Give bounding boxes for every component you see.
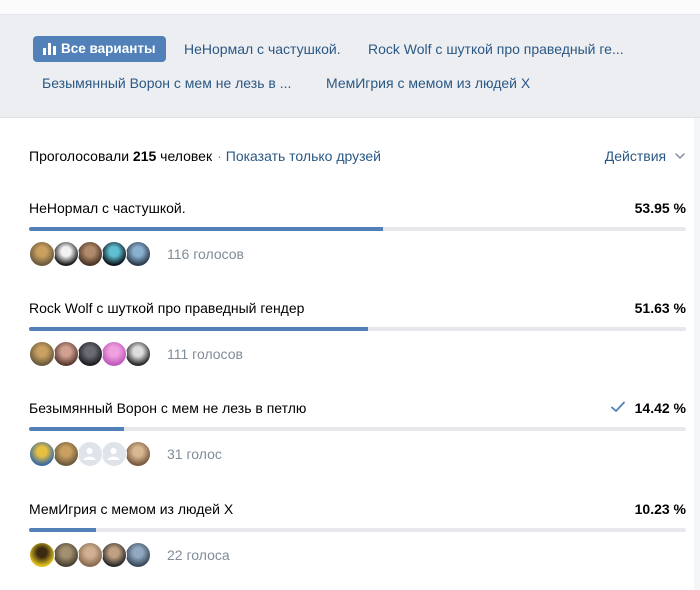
option-votes-count[interactable]: 111 голосов: [167, 344, 243, 364]
avatar[interactable]: [53, 542, 79, 568]
option-progress-track: [29, 227, 686, 231]
avatar[interactable]: [77, 542, 103, 568]
user-icon: [107, 448, 120, 460]
option-label: Rock Wolf с шуткой про праведный гендер: [29, 300, 305, 316]
avatar[interactable]: [29, 341, 55, 367]
votes-summary: Проголосовали 215 человек · Показать тольк…: [29, 146, 381, 166]
chevron-down-icon: [675, 153, 685, 159]
check-icon: [611, 401, 625, 412]
avatar[interactable]: [53, 241, 79, 267]
voter-avatars[interactable]: [29, 241, 159, 269]
voter-avatars[interactable]: [29, 341, 159, 369]
actions-label: Действия: [604, 148, 667, 164]
voter-avatars[interactable]: [29, 542, 159, 570]
avatar[interactable]: [101, 241, 127, 267]
voter-avatars[interactable]: [29, 441, 159, 469]
option-progress-track: [29, 327, 686, 331]
filter-all-variants[interactable]: Все варианты: [33, 36, 166, 62]
option-label: НеНормал с частушкой.: [29, 200, 186, 216]
option-percent: 14.42 %: [634, 400, 686, 416]
option-progress-track: [29, 427, 686, 431]
avatar[interactable]: [125, 341, 151, 367]
avatar[interactable]: [29, 542, 55, 568]
option-percent: 51.63 %: [634, 300, 686, 316]
filter-option-3[interactable]: Безымянный Ворон с мем не лезь в ...: [42, 70, 291, 96]
bar-chart-icon: [43, 43, 56, 55]
option-progress-fill: [29, 427, 124, 431]
summary-prefix: Проголосовали: [29, 148, 130, 164]
option-progress-fill: [29, 528, 97, 532]
avatar-placeholder[interactable]: [101, 441, 127, 467]
filter-option-1[interactable]: НеНормал с частушкой.: [184, 36, 341, 62]
avatar[interactable]: [53, 441, 79, 467]
avatar-placeholder[interactable]: [77, 441, 103, 467]
actions-dropdown[interactable]: Действия: [605, 146, 685, 166]
option-progress-track: [29, 528, 686, 532]
scrollbar-track[interactable]: [694, 118, 700, 590]
option-label: МемИгрия с мемом из людей Х: [29, 501, 234, 517]
poll-option[interactable]: Rock Wolf с шуткой про праведный гендер …: [29, 299, 686, 379]
avatar[interactable]: [101, 341, 127, 367]
option-votes-count[interactable]: 22 голоса: [167, 545, 230, 565]
poll-option[interactable]: НеНормал с частушкой. 53.95 % 116 голосо…: [29, 199, 686, 279]
option-label: Безымянный Ворон с мем не лезь в петлю: [29, 400, 307, 416]
filter-all-label: Все варианты: [61, 41, 156, 56]
summary-count: 215: [132, 148, 157, 164]
poll-option[interactable]: Безымянный Ворон с мем не лезь в петлю 1…: [29, 399, 686, 479]
option-votes-count[interactable]: 116 голосов: [167, 244, 244, 264]
filter-option-2[interactable]: Rock Wolf с шуткой про праведный ге...: [368, 36, 624, 62]
avatar[interactable]: [29, 241, 55, 267]
user-icon: [83, 448, 96, 460]
show-friends-link[interactable]: Показать только друзей: [226, 148, 381, 164]
poll-option[interactable]: МемИгрия с мемом из людей Х 10.23 % 22 г…: [29, 500, 686, 580]
option-percent: 53.95 %: [634, 200, 686, 216]
avatar[interactable]: [77, 241, 103, 267]
avatar[interactable]: [101, 542, 127, 568]
filter-option-4[interactable]: МемИгрия с мемом из людей Х: [326, 70, 530, 96]
avatar[interactable]: [125, 542, 151, 568]
summary-separator: ·: [217, 148, 222, 164]
avatar[interactable]: [29, 441, 55, 467]
option-percent: 10.23 %: [634, 501, 686, 517]
option-progress-fill: [29, 227, 384, 231]
avatar[interactable]: [53, 341, 79, 367]
filter-bar: Все варианты НеНормал с частушкой. Rock …: [0, 15, 700, 118]
top-strip: [0, 0, 700, 15]
avatar[interactable]: [125, 241, 151, 267]
option-votes-count[interactable]: 31 голос: [167, 444, 222, 464]
summary-suffix: человек: [160, 148, 213, 164]
option-progress-fill: [29, 327, 369, 331]
avatar[interactable]: [125, 441, 151, 467]
avatar[interactable]: [77, 341, 103, 367]
